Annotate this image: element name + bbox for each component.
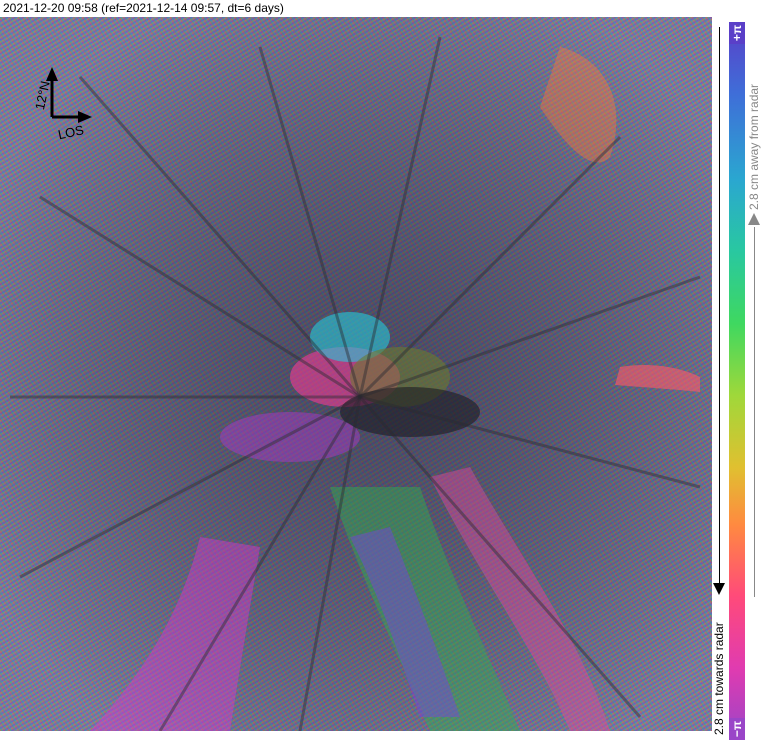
minus-pi-label: −π xyxy=(729,718,745,740)
colorbar: +π −π 2.8 cm away from radar 2.8 cm towa… xyxy=(712,17,764,740)
away-label: 2.8 cm away from radar xyxy=(747,83,761,210)
compass-rose: 12°N LOS xyxy=(32,67,92,142)
towards-label: 2.8 cm towards radar xyxy=(712,622,726,735)
phase-colorbar xyxy=(729,22,745,740)
towards-arrow-line xyxy=(719,27,720,587)
up-arrow-icon xyxy=(748,213,760,225)
down-arrow-icon xyxy=(713,583,725,595)
plus-pi-label: +π xyxy=(729,22,745,44)
away-arrow-line xyxy=(754,227,755,597)
los-label: LOS xyxy=(57,122,86,142)
interferogram-image: 12°N LOS xyxy=(0,17,712,731)
north-label: 12°N xyxy=(32,80,53,112)
los-arrow-icon xyxy=(52,111,92,123)
image-title: 2021-12-20 09:58 (ref=2021-12-14 09:57, … xyxy=(3,1,284,15)
